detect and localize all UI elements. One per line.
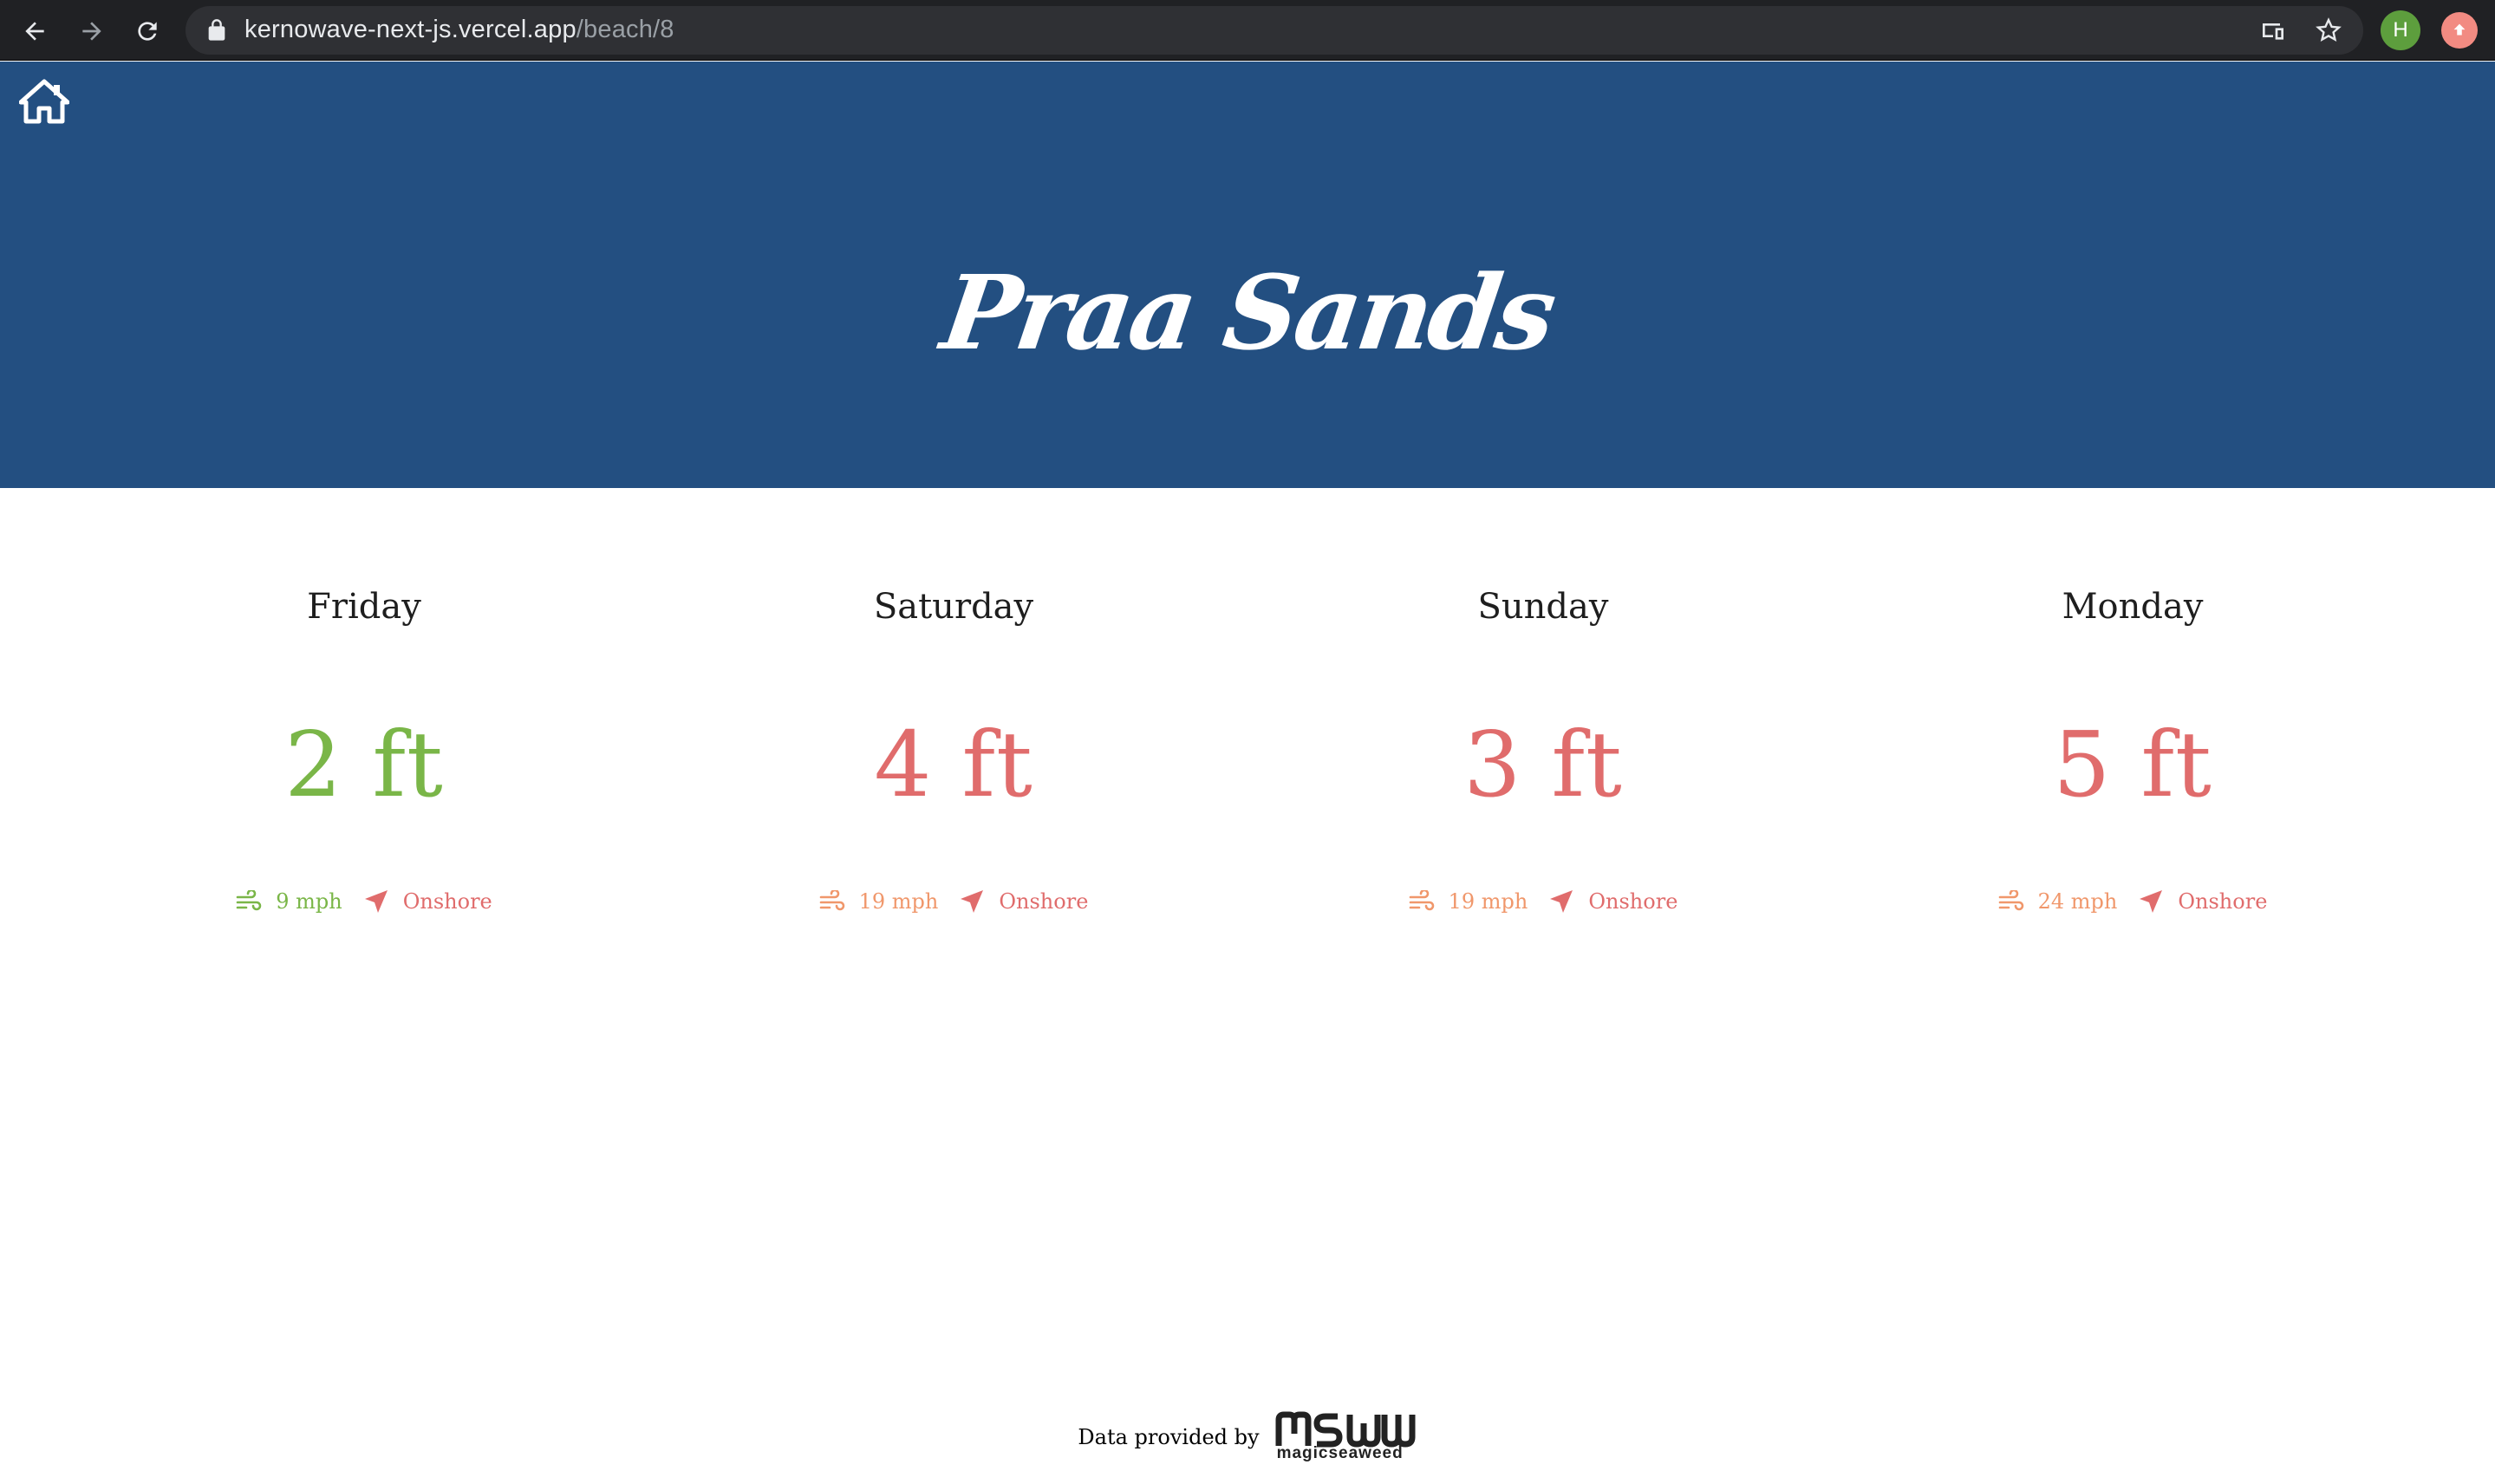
wind-speed: 24 mph bbox=[2037, 889, 2118, 914]
wave-height: 4 ft bbox=[874, 712, 1033, 817]
browser-toolbar: kernowave-next-js.vercel.app/beach/8 H bbox=[0, 0, 2495, 61]
wind-info: 19 mph Onshore bbox=[659, 888, 1248, 914]
footer: Data provided by magicseaweed bbox=[0, 1411, 2495, 1463]
wind-direction-arrow-icon bbox=[1550, 890, 1573, 913]
wave-height: 5 ft bbox=[2053, 712, 2212, 817]
wind-direction: Onshore bbox=[1588, 889, 1678, 914]
url-text: kernowave-next-js.vercel.app/beach/8 bbox=[244, 16, 674, 44]
upload-arrow-icon bbox=[2453, 23, 2466, 36]
wave-height: 3 ft bbox=[1463, 712, 1623, 817]
forecast-day: Friday 2 ft 9 mph Onshore bbox=[69, 488, 659, 1008]
wind-icon bbox=[1409, 890, 1434, 911]
wind-icon bbox=[819, 890, 844, 911]
back-button[interactable] bbox=[16, 12, 54, 50]
forecast-day: Monday 5 ft 24 mph Onshore bbox=[1838, 488, 2427, 1008]
arrow-right-icon bbox=[82, 22, 101, 41]
url-path: /beach/8 bbox=[576, 16, 674, 43]
wind-icon bbox=[1998, 890, 2023, 911]
profile-avatar[interactable]: H bbox=[2381, 10, 2420, 50]
url-host: kernowave-next-js.vercel.app bbox=[244, 16, 577, 43]
logo-wordmark: magicseaweed bbox=[1276, 1444, 1404, 1462]
home-icon[interactable] bbox=[19, 79, 69, 124]
wind-speed: 19 mph bbox=[1448, 889, 1528, 914]
beach-header: Praa Sands bbox=[0, 62, 2495, 488]
day-name: Monday bbox=[2062, 587, 2204, 627]
data-credit: Data provided by bbox=[1078, 1425, 1260, 1449]
wind-direction-arrow-icon bbox=[364, 890, 388, 913]
wind-direction: Onshore bbox=[999, 889, 1089, 914]
wind-direction: Onshore bbox=[402, 889, 492, 914]
reload-button[interactable] bbox=[128, 12, 166, 50]
wind-direction-arrow-icon bbox=[2140, 890, 2163, 913]
reload-icon bbox=[138, 22, 157, 41]
extension-button[interactable] bbox=[2441, 12, 2478, 49]
wind-info: 19 mph Onshore bbox=[1248, 888, 1838, 914]
wind-direction: Onshore bbox=[2178, 889, 2268, 914]
wind-speed: 19 mph bbox=[858, 889, 939, 914]
forecast-day: Sunday 3 ft 19 mph Onshore bbox=[1248, 488, 1838, 1008]
wind-direction-arrow-icon bbox=[961, 890, 984, 913]
cast-devices-icon[interactable] bbox=[2259, 16, 2287, 44]
wind-info: 9 mph Onshore bbox=[69, 888, 659, 914]
wave-height: 2 ft bbox=[284, 712, 444, 817]
bookmark-star-icon[interactable] bbox=[2315, 16, 2342, 44]
lock-icon bbox=[208, 19, 225, 41]
address-bar[interactable]: kernowave-next-js.vercel.app/beach/8 bbox=[186, 6, 2363, 55]
wind-icon bbox=[236, 890, 262, 911]
day-name: Friday bbox=[307, 587, 421, 627]
day-name: Sunday bbox=[1477, 587, 1609, 627]
page-title: Praa Sands bbox=[935, 252, 1560, 373]
forecast-day: Saturday 4 ft 19 mph Onshore bbox=[659, 488, 1248, 1008]
forecast-grid: Friday 2 ft 9 mph Onshore Saturday 4 ft … bbox=[0, 488, 2495, 1008]
wind-speed: 9 mph bbox=[276, 889, 342, 914]
wind-info: 24 mph Onshore bbox=[1838, 888, 2427, 914]
arrow-left-icon bbox=[25, 22, 44, 41]
forward-button[interactable] bbox=[73, 12, 111, 50]
magicseaweed-logo[interactable]: magicseaweed bbox=[1275, 1411, 1417, 1463]
day-name: Saturday bbox=[873, 587, 1034, 627]
